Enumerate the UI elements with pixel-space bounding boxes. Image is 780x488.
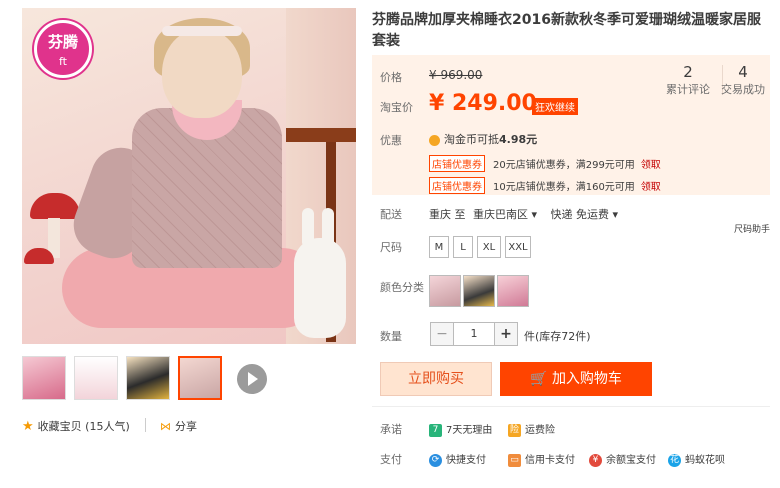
favorite-label: 收藏宝贝 — [37, 420, 82, 433]
stock-text: 件(库存72件) — [524, 330, 591, 343]
color-label: 颜色分类 — [380, 281, 424, 294]
quick-pay-icon: ⟳ — [429, 453, 442, 467]
share-icon: ⋈ — [160, 420, 171, 433]
coupon-claim-link[interactable]: 领取 — [641, 160, 661, 171]
delivery-row: 重庆 至 重庆巴南区 ▾ 快递 免运费 ▾ — [429, 206, 618, 222]
shipping-method[interactable]: 快递 免运费 ▾ — [551, 208, 619, 221]
main-product-image[interactable]: 芬腾 ft — [22, 8, 356, 344]
payment-text: 快捷支付 — [446, 455, 486, 466]
promo-label: 优惠 — [380, 134, 402, 147]
review-label: 累计评论 — [666, 83, 710, 96]
chevron-down-icon: ▾ — [612, 208, 619, 221]
mushroom-decor-small — [24, 248, 54, 264]
quantity-decrease-button[interactable]: − — [430, 322, 454, 346]
size-helper-link[interactable]: 尺码助手 — [734, 222, 770, 235]
payment-label: 支付 — [380, 453, 402, 466]
size-option-xl[interactable]: XL — [477, 236, 501, 258]
color-option-3[interactable] — [497, 275, 529, 307]
promise-item[interactable]: 7 7天无理由 — [429, 421, 492, 437]
original-price: ¥ 969.00 — [429, 68, 483, 82]
add-to-cart-label: 加入购物车 — [551, 371, 622, 387]
side-table — [286, 128, 356, 142]
color-option-1[interactable] — [429, 275, 461, 307]
credit-card-icon: ▭ — [508, 453, 521, 467]
thumbnail-4[interactable] — [178, 356, 222, 400]
delivery-destination-select[interactable]: 重庆巴南区 ▾ — [473, 208, 537, 221]
coin-text: 淘金币可抵 — [444, 133, 499, 146]
color-option-2[interactable] — [463, 275, 495, 307]
price-label: 价格 — [380, 71, 402, 84]
coupon-row: 店铺优惠券 20元店铺优惠券，满299元可用 领取 — [429, 155, 661, 172]
promise-text: 运费险 — [525, 425, 555, 436]
payment-text: 信用卡支付 — [525, 455, 575, 466]
brand-logo-name: 芬腾 — [47, 33, 78, 51]
brand-logo-sub: ft — [59, 55, 67, 68]
thumbnail-2[interactable] — [74, 356, 118, 400]
product-title: 芬腾品牌加厚夹棉睡衣2016新款秋冬季可爱珊瑚绒温暖家居服套装 — [372, 12, 761, 49]
thumbnail-1[interactable] — [22, 356, 66, 400]
shipping-insurance-icon: 险 — [508, 423, 521, 437]
chevron-down-icon: ▾ — [531, 208, 538, 221]
promise-label: 承诺 — [380, 423, 402, 436]
review-count: 2 — [683, 63, 693, 81]
coupon-claim-link[interactable]: 领取 — [641, 182, 661, 193]
size-label: 尺码 — [380, 241, 402, 254]
delivery-from: 重庆 至 — [429, 208, 466, 221]
promise-text: 7天无理由 — [446, 425, 493, 436]
size-option-m[interactable]: M — [429, 236, 449, 258]
quantity-increase-button[interactable]: + — [494, 322, 518, 346]
coupon-tag: 店铺优惠券 — [429, 177, 485, 194]
payment-text: 蚂蚁花呗 — [685, 455, 725, 466]
price-panel: 价格 ¥ 969.00 淘宝价 ¥ 249.00 狂欢继续 2 累计评论 4 交… — [372, 55, 770, 195]
coin-row: 淘金币可抵4.98元 — [429, 131, 537, 147]
play-video-icon[interactable] — [237, 364, 267, 394]
seven-day-return-icon: 7 — [429, 423, 442, 437]
brand-logo: 芬腾 ft — [34, 20, 92, 78]
coupon-tag: 店铺优惠券 — [429, 155, 485, 172]
share-button[interactable]: ⋈ 分享 — [160, 418, 197, 434]
shipping-text: 快递 免运费 — [550, 208, 610, 221]
coupon-row: 店铺优惠券 10元店铺优惠券，满160元可用 领取 — [429, 177, 661, 194]
promo-price-label: 淘宝价 — [380, 101, 413, 114]
quantity-input[interactable]: 1 — [454, 322, 494, 346]
model-head — [162, 28, 242, 118]
mushroom-decor — [30, 193, 80, 219]
favorite-button[interactable]: ★ 收藏宝贝 (15人气) — [22, 418, 130, 434]
sales-stat: 4 交易成功 — [714, 63, 772, 97]
current-price: ¥ 249.00 — [429, 91, 537, 116]
yuebao-icon: ¥ — [589, 453, 602, 467]
coin-value: 4.98元 — [499, 133, 538, 146]
payment-item: ▭ 信用卡支付 — [508, 451, 575, 467]
review-stat[interactable]: 2 累计评论 — [659, 63, 717, 97]
rabbit-figure — [294, 238, 346, 338]
sales-label: 交易成功 — [721, 83, 765, 96]
delivery-label: 配送 — [380, 208, 402, 221]
coin-icon — [429, 134, 440, 146]
promise-item[interactable]: 险运费险 — [508, 421, 555, 437]
size-option-xxl[interactable]: XXL — [505, 236, 531, 258]
favorite-count: (15人气) — [85, 420, 130, 433]
payment-item: ⟳ 快捷支付 — [429, 451, 486, 467]
coupon-text: 20元店铺优惠券，满299元可用 — [493, 160, 635, 171]
buy-now-button[interactable]: 立即购买 — [380, 362, 492, 396]
quantity-label: 数量 — [380, 330, 402, 343]
promo-badge: 狂欢继续 — [532, 98, 578, 115]
divider — [145, 418, 146, 432]
size-option-l[interactable]: L — [453, 236, 473, 258]
coupon-text: 10元店铺优惠券，满160元可用 — [493, 182, 635, 193]
cart-icon: 🛒 — [530, 371, 548, 387]
sales-count: 4 — [738, 63, 748, 81]
delivery-destination: 重庆巴南区 — [473, 208, 528, 221]
add-to-cart-button[interactable]: 🛒 加入购物车 — [500, 362, 652, 396]
share-label: 分享 — [175, 420, 197, 433]
huabei-icon: 花 — [668, 453, 681, 467]
payment-item: ¥ 余额宝支付 — [589, 451, 656, 467]
payment-item: 花蚂蚁花呗 — [668, 451, 725, 467]
model-headband — [162, 26, 242, 36]
payment-text: 余额宝支付 — [606, 455, 656, 466]
divider — [372, 406, 770, 407]
star-icon: ★ — [22, 419, 34, 434]
thumbnail-3[interactable] — [126, 356, 170, 400]
